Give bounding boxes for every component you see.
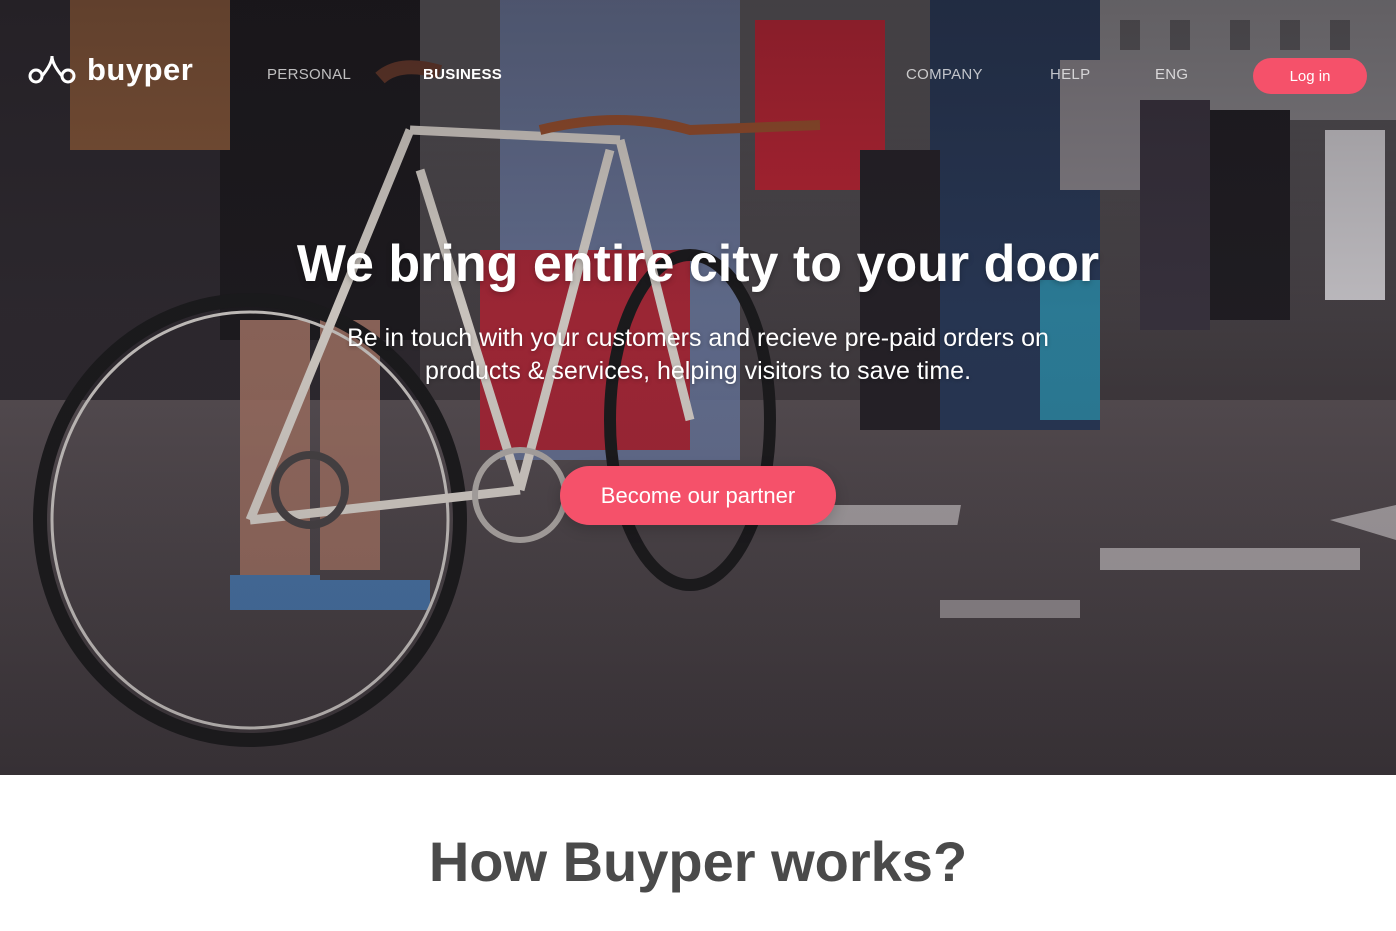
brand-logo[interactable]: buyper <box>27 52 193 88</box>
buyper-logo-icon <box>28 55 76 84</box>
hero-section: buyper PERSONAL BUSINESS COMPANY HELP EN… <box>0 0 1396 775</box>
brand-name: buyper <box>87 52 194 87</box>
language-selector[interactable]: ENG <box>1155 66 1188 84</box>
nav-link-business[interactable]: BUSINESS <box>423 66 502 84</box>
hero-title: We bring entire city to your door <box>296 235 1100 293</box>
nav-link-help[interactable]: HELP <box>1050 66 1090 84</box>
hero-subtitle: Be in touch with your customers and reci… <box>347 324 1049 385</box>
become-partner-button[interactable]: Become our partner <box>560 466 836 525</box>
top-navigation: buyper PERSONAL BUSINESS COMPANY HELP EN… <box>0 0 1396 150</box>
nav-link-company[interactable]: COMPANY <box>906 66 983 84</box>
login-button[interactable]: Log in <box>1253 58 1367 94</box>
how-it-works-title: How Buyper works? <box>428 830 968 893</box>
nav-link-personal[interactable]: PERSONAL <box>267 66 351 84</box>
